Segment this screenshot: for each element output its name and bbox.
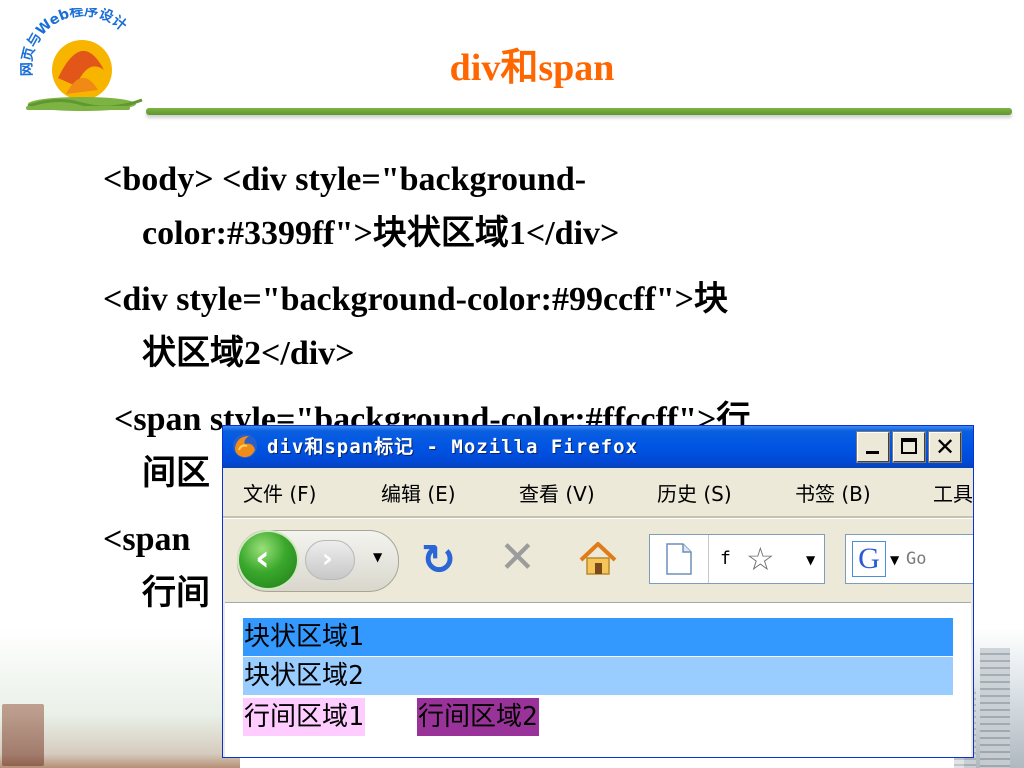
menu-separator — [223, 516, 973, 519]
page-icon — [666, 543, 692, 575]
google-search-icon[interactable]: G — [852, 541, 886, 577]
history-dropdown-icon[interactable]: ▼ — [373, 550, 382, 564]
address-dropdown-icon[interactable]: ▼ — [806, 553, 815, 567]
search-bar[interactable]: G ▼ Go — [845, 534, 973, 584]
page-content: 块状区域1 块状区域2 行间区域1 行间区域2 — [225, 602, 971, 757]
code-line: 行间 — [142, 575, 210, 612]
back-button[interactable]: ‹ — [237, 530, 299, 590]
title-rule-lead — [26, 106, 130, 110]
menu-history[interactable]: 历史 (S) — [657, 480, 732, 508]
block-region-2: 块状区域2 — [243, 657, 953, 695]
search-engine-dropdown-icon[interactable]: ▼ — [890, 553, 899, 567]
home-icon — [579, 542, 617, 575]
slide-title: div和span — [449, 47, 615, 89]
code-line: color:#3399ff">块状区域1</div> — [142, 215, 620, 252]
address-divider — [708, 535, 709, 583]
code-line: <div style="background-color:#99ccff">块 — [103, 281, 729, 318]
background-bookshelf — [2, 704, 44, 766]
reload-button[interactable]: ↻ — [421, 538, 456, 582]
maximize-icon — [901, 438, 917, 454]
stop-icon: ✕ — [499, 532, 536, 583]
firefox-logo-icon — [233, 434, 257, 458]
menu-tools[interactable]: 工具 — [933, 480, 973, 508]
menu-bookmarks[interactable]: 书签 (B) — [795, 480, 871, 508]
title-rule — [146, 108, 1012, 115]
menu-edit[interactable]: 编辑 (E) — [381, 480, 456, 508]
maximize-button[interactable] — [892, 431, 926, 463]
navigation-toolbar: ‹ › ▼ ↻ ✕ f ☆ ▼ G ▼ Go — [223, 520, 973, 598]
block-region-1: 块状区域1 — [243, 618, 953, 656]
menu-file[interactable]: 文件 (F) — [243, 480, 316, 508]
inline-region-1: 行间区域1 — [243, 698, 365, 736]
minimize-button[interactable] — [856, 431, 890, 463]
inline-region-2: 行间区域2 — [417, 698, 539, 736]
star-icon[interactable]: ☆ — [746, 541, 775, 577]
firefox-window: div和span标记 - Mozilla Firefox ✕ 文件 (F) 编辑… — [222, 425, 974, 758]
stop-button[interactable]: ✕ — [499, 536, 536, 580]
code-line: <span — [103, 521, 191, 558]
window-title-bar[interactable]: div和span标记 - Mozilla Firefox ✕ — [223, 426, 973, 468]
address-bar[interactable]: f ☆ ▼ — [649, 534, 825, 584]
code-line: 状区域2</div> — [142, 335, 355, 372]
window-title: div和span标记 - Mozilla Firefox — [267, 436, 638, 458]
background-building — [980, 648, 1010, 768]
search-input[interactable]: Go — [906, 545, 926, 573]
forward-arrow-icon: › — [322, 544, 333, 574]
code-line: 间区 — [142, 455, 210, 492]
forward-button[interactable]: › — [305, 540, 355, 580]
reload-icon: ↻ — [421, 535, 457, 584]
close-button[interactable]: ✕ — [928, 431, 962, 463]
address-input[interactable]: f — [720, 545, 731, 573]
back-arrow-icon: ‹ — [255, 538, 270, 579]
close-icon: ✕ — [935, 433, 956, 461]
code-line: <body> <div style="background- — [103, 161, 587, 198]
home-button[interactable] — [577, 538, 619, 580]
menu-bar: 文件 (F) 编辑 (E) 查看 (V) 历史 (S) 书签 (B) 工具 — [223, 474, 973, 514]
menu-view[interactable]: 查看 (V) — [519, 480, 595, 508]
minimize-icon — [866, 451, 879, 454]
